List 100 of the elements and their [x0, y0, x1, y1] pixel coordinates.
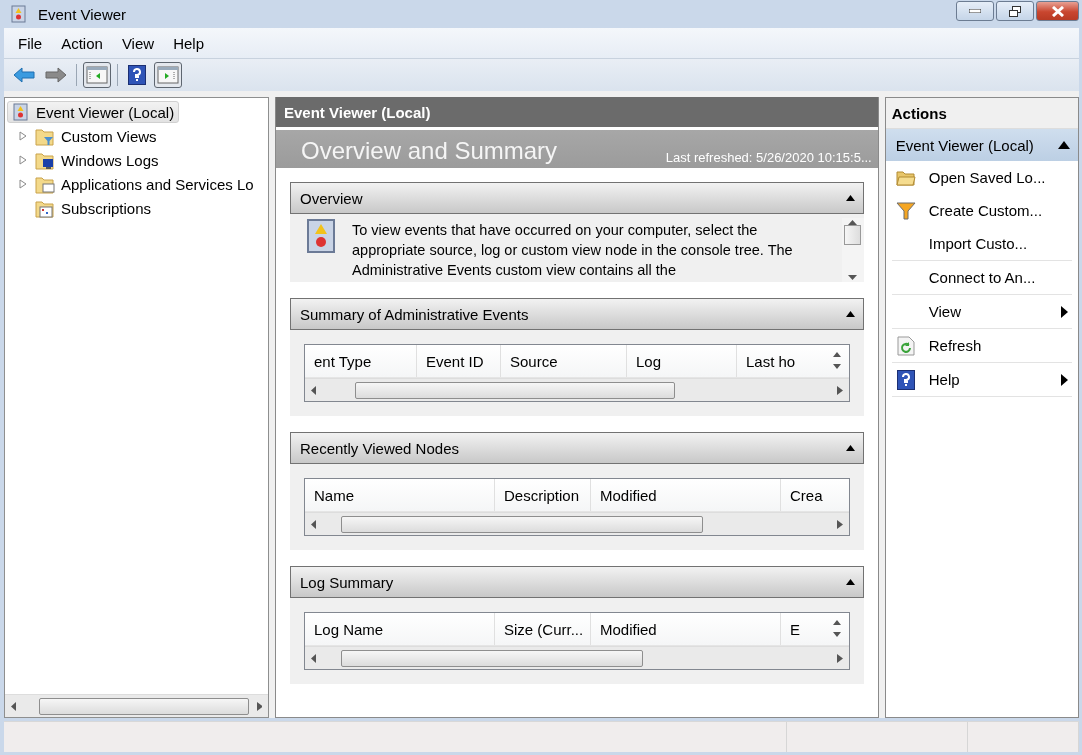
group-label: Event Viewer (Local) [895, 136, 1034, 154]
horizontal-scrollbar[interactable] [305, 646, 849, 669]
filter-icon [895, 200, 916, 221]
banner-title: Overview and Summary [301, 136, 558, 166]
window-folder-icon [35, 174, 55, 194]
tree-item-label: Subscriptions [61, 199, 152, 217]
scroll-left-icon[interactable] [311, 653, 317, 663]
scroll-down-icon[interactable] [848, 275, 858, 280]
column-header[interactable]: E [781, 613, 804, 645]
folder-icon [895, 168, 916, 187]
collapse-icon[interactable] [845, 579, 855, 585]
tree-item[interactable]: Custom Views [7, 124, 266, 148]
menu-item[interactable]: Action [51, 34, 112, 52]
scroll-left-icon[interactable] [11, 701, 17, 711]
tree-item[interactable]: Subscriptions [7, 196, 266, 220]
menu-item[interactable]: View [111, 34, 164, 52]
vertical-scrollbar[interactable] [841, 218, 864, 282]
action-label: Open Saved Lo... [928, 169, 1047, 186]
action-label: Refresh [928, 337, 983, 354]
scroll-right-icon[interactable] [836, 653, 843, 663]
tree-item-label: Custom Views [61, 127, 157, 145]
horizontal-scrollbar[interactable] [305, 378, 849, 401]
overview-text: To view events that have occurred on your computer, select the appropriate source, log or custom view node in the console tree. The Administrative Events custom view contains all the [352, 221, 794, 280]
window-title: Event Viewer [38, 5, 128, 23]
horizontal-scrollbar[interactable] [305, 512, 849, 535]
tree-item[interactable]: Event Viewer (Local) [7, 101, 180, 123]
section-header[interactable]: Overview [290, 182, 864, 214]
column-header[interactable]: Last ho [737, 345, 800, 377]
column-header[interactable]: Event ID [417, 345, 501, 377]
restore-icon [1009, 5, 1021, 17]
scroll-right-icon[interactable] [836, 519, 843, 529]
expand-icon[interactable] [17, 178, 29, 190]
action-label: Connect to An... [928, 269, 1037, 286]
column-header[interactable]: ent Type [305, 345, 417, 377]
calendar-icon [35, 198, 55, 218]
close-button[interactable] [1036, 1, 1079, 21]
command-link[interactable]: Open Saved Lo... [891, 161, 1072, 194]
close-icon [1050, 5, 1065, 17]
action-label: Help [928, 371, 961, 388]
forward-arrow-icon [45, 67, 67, 83]
tree-item-label: Applications and Services Lo [61, 175, 254, 193]
column-header[interactable]: Description [495, 479, 591, 511]
minimize-button[interactable] [956, 1, 994, 21]
pane-toggle-icon [86, 66, 108, 84]
filter-folder-icon [35, 126, 55, 146]
collapse-icon[interactable] [845, 445, 855, 451]
tree-item[interactable]: Applications and Services Lo [7, 172, 266, 196]
tree-item[interactable]: Windows Logs [7, 148, 266, 172]
collapse-icon[interactable] [845, 311, 855, 317]
event-log-icon [10, 5, 28, 23]
scroll-left-icon[interactable] [311, 519, 317, 529]
horizontal-scrollbar[interactable] [5, 694, 268, 717]
restore-button[interactable] [996, 1, 1034, 21]
command-link[interactable]: Create Custom... [891, 194, 1072, 227]
back-arrow-icon [13, 67, 35, 83]
pane-header: Event Viewer (Local) [276, 97, 878, 127]
actions-group-header[interactable]: Event Viewer (Local) [885, 129, 1078, 161]
last-refreshed-text: Last refreshed: 5/26/2020 10:15:5... [665, 150, 872, 166]
console-tree-toggle-button[interactable] [83, 62, 111, 88]
scroll-right-icon[interactable] [256, 701, 262, 711]
column-header[interactable]: Crea [781, 479, 827, 511]
column-header[interactable]: Size (Curr... [495, 613, 591, 645]
refresh-icon [896, 335, 915, 356]
help-icon [128, 65, 146, 85]
section-header[interactable]: Summary of Administrative Events [290, 298, 864, 330]
action-label: Create Custom... [928, 202, 1044, 219]
action-pane-toggle-button[interactable] [154, 62, 182, 88]
scroll-left-icon[interactable] [311, 385, 317, 395]
section-title: Log Summary [300, 573, 394, 591]
menu-item[interactable]: Help [163, 34, 213, 52]
column-header[interactable]: Modified [591, 613, 781, 645]
command-link[interactable]: Import Custo... [891, 227, 1072, 260]
expand-icon[interactable] [17, 130, 29, 142]
scroll-right-icon[interactable] [836, 385, 843, 395]
tree-item-label: Event Viewer (Local) [36, 103, 175, 121]
menu-item[interactable]: File [8, 34, 52, 52]
command-link[interactable]: Refresh [891, 329, 1072, 362]
section-header[interactable]: Log Summary [290, 566, 864, 598]
column-header[interactable]: Name [305, 479, 495, 511]
collapse-icon[interactable] [845, 195, 855, 201]
tree-item-label: Windows Logs [61, 151, 159, 169]
section-title: Summary of Administrative Events [300, 305, 529, 323]
command-link[interactable]: Connect to An... [891, 261, 1072, 294]
pane-toggle-icon [157, 66, 179, 84]
column-header[interactable]: Source [501, 345, 627, 377]
collapse-icon[interactable] [1058, 141, 1070, 149]
section-title: Recently Viewed Nodes [300, 439, 459, 457]
column-header[interactable]: Log Name [305, 613, 495, 645]
monitor-folder-icon [35, 150, 55, 170]
command-link[interactable]: View [891, 295, 1072, 328]
expand-icon[interactable] [17, 154, 29, 166]
column-header[interactable]: Modified [591, 479, 781, 511]
action-label: Import Custo... [928, 235, 1029, 252]
actions-header: Actions [885, 98, 1078, 129]
action-label: View [928, 303, 962, 320]
command-link[interactable]: Help [891, 363, 1072, 396]
event-log-icon [12, 103, 30, 121]
help-icon [896, 369, 915, 390]
section-header[interactable]: Recently Viewed Nodes [290, 432, 864, 464]
column-header[interactable]: Log [627, 345, 737, 377]
